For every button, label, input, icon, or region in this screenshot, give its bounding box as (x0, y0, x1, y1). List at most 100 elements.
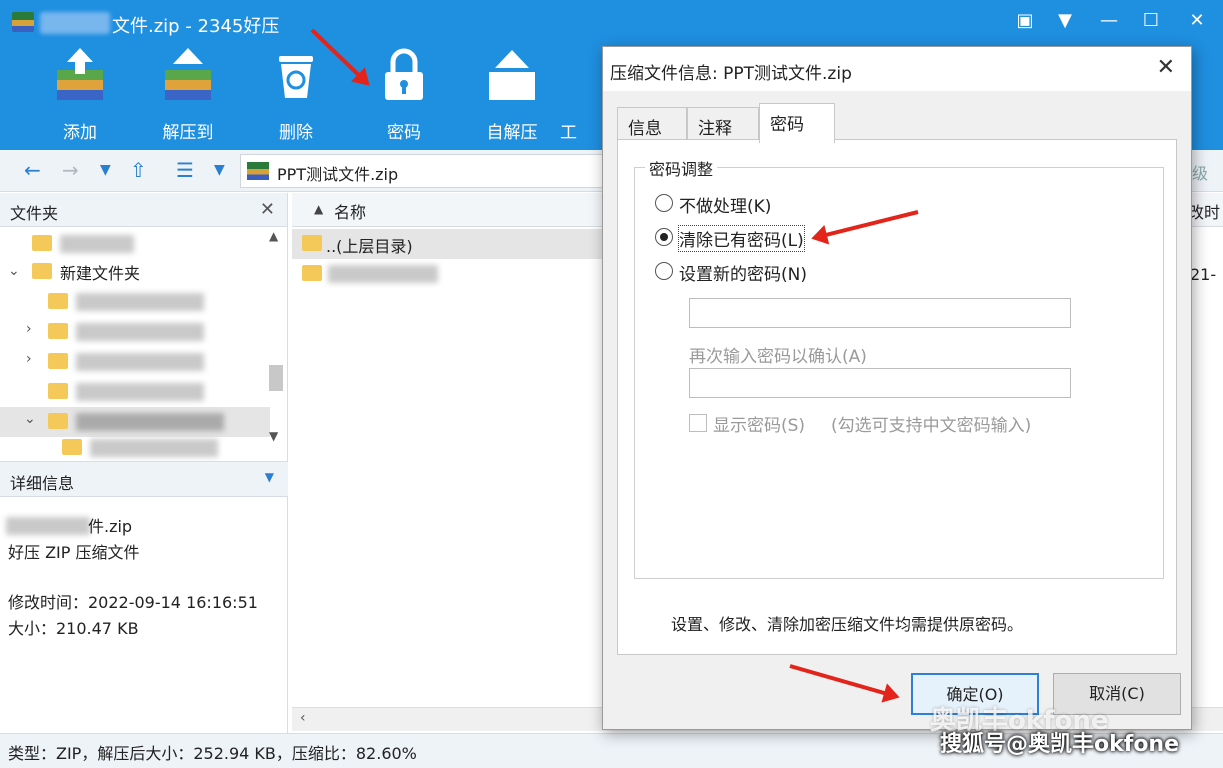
detail-header[interactable]: 详细信息 ▼ (0, 461, 288, 497)
tree-item-label: 新建文件夹 (60, 264, 141, 283)
toolbar-selfextract-button[interactable]: 自解压 (467, 46, 557, 143)
tab-info[interactable]: 信息 (617, 107, 687, 141)
toolbar-selfextract-label: 自解压 (486, 123, 538, 143)
forward-arrow-icon[interactable]: → (62, 158, 79, 182)
tab-password[interactable]: 密码 (759, 103, 835, 143)
confirm-password-field[interactable] (689, 368, 1071, 398)
maximize-icon[interactable]: ☐ (1136, 10, 1166, 31)
path-field[interactable]: PPT测试文件.zip (240, 154, 610, 188)
dialog-title: 压缩文件信息: PPT测试文件.zip (610, 64, 852, 84)
toolbar-extract-button[interactable]: 解压到 (143, 46, 233, 143)
toolbar-password-label: 密码 (387, 123, 421, 143)
detail-header-title: 详细信息 (10, 474, 75, 493)
redacted-label (76, 323, 204, 341)
main-toolbar: 添加 解压到 删除 密码 自解压 工 (0, 40, 600, 150)
close-icon[interactable]: ✕ (260, 199, 275, 220)
folder-icon (62, 439, 82, 455)
back-arrow-icon[interactable]: ← (24, 158, 41, 182)
chevron-right-icon[interactable]: › (26, 351, 32, 367)
tab-comment[interactable]: 注释 (687, 107, 759, 141)
redacted-label (60, 235, 134, 253)
reenter-label: 再次输入密码以确认(A) (689, 347, 867, 367)
dialog-note: 设置、修改、清除加密压缩文件均需提供原密码。 (671, 615, 1024, 634)
radio-clear-password[interactable] (655, 228, 673, 246)
column-name[interactable]: 名称 (334, 199, 366, 223)
redacted-label (76, 383, 204, 401)
chevron-down-icon[interactable]: ⌄ (8, 263, 20, 279)
view-dropdown-icon[interactable]: ▼ (214, 162, 225, 178)
dialog-titlebar: 压缩文件信息: PPT测试文件.zip ✕ (603, 47, 1191, 91)
toolbar-password-button[interactable]: 密码 (359, 46, 449, 143)
close-icon[interactable]: ✕ (1182, 10, 1212, 31)
new-password-field[interactable] (689, 298, 1071, 328)
radio-set-new[interactable] (655, 262, 673, 280)
scroll-up-icon[interactable]: ▲ (269, 229, 278, 243)
list-item-label: ..(上层目录) (326, 237, 413, 256)
redacted-label (76, 413, 224, 431)
delete-icon (267, 46, 325, 104)
chevron-right-icon[interactable]: › (26, 321, 32, 337)
show-password-hint: (勾选可支持中文密码输入) (831, 416, 1032, 436)
folder-icon (48, 353, 68, 369)
option-label: 设置新的密码(N) (679, 265, 807, 285)
tree-item[interactable] (0, 433, 270, 463)
toolbar-delete-label: 删除 (279, 123, 313, 143)
column-modified-fragment[interactable]: 改时 (1188, 199, 1220, 223)
minimize-icon[interactable]: — (1094, 10, 1124, 31)
folder-pane-title: 文件夹 (10, 204, 59, 223)
list-item[interactable] (292, 259, 602, 289)
group-title: 密码调整 (645, 156, 718, 180)
toolbar-delete-button[interactable]: 删除 (251, 46, 341, 143)
folder-icon (48, 413, 68, 429)
scroll-left-icon[interactable]: ‹ (300, 710, 306, 726)
tree-item[interactable] (0, 229, 270, 259)
view-list-icon[interactable]: ☰ (176, 158, 194, 182)
detail-modified: 修改时间：2022-09-14 16:16:51 (8, 593, 258, 612)
collapse-icon[interactable]: ▼ (265, 470, 274, 484)
feedback-icon[interactable]: ▣ (1010, 10, 1040, 31)
redacted-filename (40, 12, 110, 34)
redacted-label (76, 353, 204, 371)
folder-icon (48, 383, 68, 399)
scroll-down-icon[interactable]: ▼ (269, 429, 278, 443)
archive-icon (247, 162, 269, 180)
history-dropdown-icon[interactable]: ▼ (100, 162, 111, 178)
row-date-fragment: 21- (1190, 265, 1217, 284)
redacted-filename (6, 517, 90, 535)
extract-icon (159, 46, 217, 104)
tools-icon (560, 46, 600, 104)
folder-icon (302, 265, 322, 281)
folder-icon (302, 235, 322, 251)
tree-item-new-folder[interactable]: ⌄ 新建文件夹 (0, 257, 270, 287)
self-extract-icon (483, 46, 541, 104)
close-icon[interactable]: ✕ (1157, 55, 1175, 80)
menu-dropdown-icon[interactable]: ▼ (1050, 10, 1080, 31)
chevron-down-icon[interactable]: ⌄ (24, 411, 36, 427)
tree-item[interactable] (0, 377, 270, 407)
show-password-checkbox[interactable] (689, 414, 707, 432)
radio-no-change[interactable] (655, 194, 673, 212)
watermark-text: 搜狐号@奥凯丰okfone (940, 732, 1180, 757)
password-group: 密码调整 不做处理(K) 清除已有密码(L) 设置新的密码(N) 再次输入密码以… (634, 156, 1164, 579)
scroll-thumb[interactable] (269, 365, 283, 391)
status-text: 类型：ZIP，解压后大小：252.94 KB，压缩比：82.60% (8, 744, 417, 763)
toolbar-add-button[interactable]: 添加 (35, 46, 125, 143)
tree-item[interactable] (0, 287, 270, 317)
toolbar-tools-button[interactable]: 工 (560, 46, 600, 143)
tree-item[interactable]: › (0, 317, 270, 347)
detail-filename: 件.zip (88, 517, 133, 536)
sort-up-icon[interactable]: ▲ (314, 202, 323, 216)
detail-size: 大小：210.47 KB (8, 619, 139, 638)
toolbar-extract-label: 解压到 (162, 123, 214, 143)
folder-icon (32, 235, 52, 251)
redacted-label (76, 293, 204, 311)
title-bar: 文件.zip - 2345好压 ▣ ▼ — ☐ ✕ (0, 0, 1223, 40)
tree-scrollbar[interactable]: ▲ ▼ (267, 229, 285, 449)
tree-item[interactable]: › (0, 347, 270, 377)
list-item-parent[interactable]: ..(上层目录) (292, 229, 602, 259)
lock-icon (375, 46, 433, 104)
folder-icon (48, 293, 68, 309)
redacted-label (328, 265, 438, 283)
up-folder-icon[interactable]: ⇧ (130, 158, 147, 182)
app-logo-icon (12, 12, 34, 32)
